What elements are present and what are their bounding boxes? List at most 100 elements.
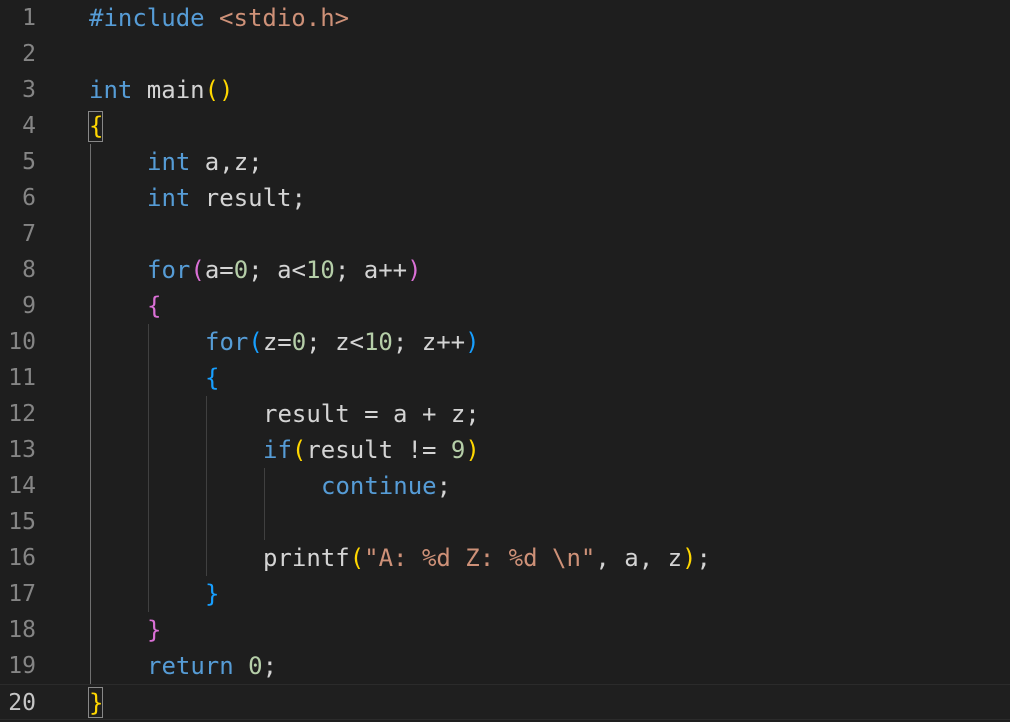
code-token: #include: [89, 4, 205, 32]
line-number: 5: [22, 149, 36, 175]
line-number: 10: [8, 329, 36, 355]
indent-guide: [206, 396, 207, 576]
code-token: 0: [248, 652, 263, 680]
line-number: 9: [22, 293, 36, 319]
code-token: ; z<: [306, 328, 364, 356]
code-token: ;: [262, 652, 278, 680]
code-token: }: [205, 580, 220, 608]
code-line[interactable]: 15: [0, 504, 1010, 540]
code-token: ; z++: [392, 328, 466, 356]
code-token: "A: %d Z: %d \n": [364, 544, 596, 572]
line-number: 17: [8, 581, 36, 607]
line-number: 2: [22, 41, 36, 67]
bracket-match-highlight: [88, 111, 103, 142]
code-line[interactable]: 20}: [0, 684, 1010, 720]
code-text[interactable]: if(result != 9): [263, 432, 480, 468]
code-token: z=: [262, 328, 292, 356]
line-number: 16: [8, 545, 36, 571]
code-token: ; a++: [334, 256, 408, 284]
code-text[interactable]: {: [205, 360, 219, 396]
code-text[interactable]: for(z=0; z<10; z++): [205, 324, 480, 360]
line-number: 18: [8, 617, 36, 643]
code-line[interactable]: 14 continue;: [0, 468, 1010, 504]
code-token: int: [147, 184, 191, 212]
code-token: if: [263, 436, 292, 464]
code-token: 9: [450, 436, 466, 464]
code-token: {: [147, 292, 162, 320]
code-text[interactable]: return 0;: [147, 648, 277, 684]
code-token: }: [147, 616, 162, 644]
code-token: result = a + z;: [263, 400, 480, 428]
code-token: return: [147, 652, 234, 680]
code-line[interactable]: 3 int main(): [0, 72, 1010, 108]
code-token: ): [465, 436, 480, 464]
code-line[interactable]: 6 int result;: [0, 180, 1010, 216]
code-token: <stdio.h>: [219, 4, 350, 32]
code-line[interactable]: 13 if(result != 9): [0, 432, 1010, 468]
code-line[interactable]: 8 for(a=0; a<10; a++): [0, 252, 1010, 288]
code-text[interactable]: #include <stdio.h>: [89, 0, 349, 36]
line-number: 3: [22, 77, 36, 103]
code-line[interactable]: 11 {: [0, 360, 1010, 396]
line-number: 4: [22, 113, 36, 139]
code-token: ; a<: [248, 256, 306, 284]
code-line[interactable]: 7: [0, 216, 1010, 252]
code-text[interactable]: }: [147, 612, 161, 648]
code-token: result;: [190, 184, 306, 212]
line-number: 8: [22, 257, 36, 283]
code-token: ): [682, 544, 697, 572]
code-editor[interactable]: 1 #include <stdio.h> 2 3 int main() 4{5 int a,…: [0, 0, 1010, 722]
code-text[interactable]: for(a=0; a<10; a++): [147, 252, 422, 288]
line-number: 15: [8, 509, 36, 535]
code-text[interactable]: {: [147, 288, 161, 324]
line-number: 7: [22, 221, 36, 247]
code-token: a,z;: [190, 148, 263, 176]
code-text[interactable]: }: [205, 576, 219, 612]
code-token: main: [132, 76, 205, 104]
code-text[interactable]: result = a + z;: [263, 396, 480, 432]
code-text[interactable]: continue;: [321, 468, 451, 504]
code-token: (: [190, 256, 205, 284]
code-token: result !=: [306, 436, 451, 464]
code-token: (: [248, 328, 263, 356]
line-number: 11: [8, 365, 36, 391]
code-text[interactable]: int result;: [147, 180, 306, 216]
line-number: 14: [8, 473, 36, 499]
code-token: 0: [291, 328, 307, 356]
line-number: 20: [8, 690, 36, 716]
code-token: ;: [696, 544, 711, 572]
line-number: 6: [22, 185, 36, 211]
code-token: continue: [321, 472, 437, 500]
code-line[interactable]: 4{: [0, 108, 1010, 144]
code-token: int: [147, 148, 191, 176]
code-line[interactable]: 2: [0, 36, 1010, 72]
indent-guide: [264, 468, 265, 540]
line-number: 1: [22, 5, 36, 31]
code-token: ;: [436, 472, 452, 500]
code-token: int: [89, 76, 133, 104]
code-token: , a, z: [595, 544, 683, 572]
line-number: 13: [8, 437, 36, 463]
code-token: a=: [204, 256, 234, 284]
code-line[interactable]: 1 #include <stdio.h>: [0, 0, 1010, 36]
code-token: 0: [233, 256, 249, 284]
code-text[interactable]: printf("A: %d Z: %d \n", a, z);: [263, 540, 711, 576]
code-line[interactable]: 9{: [0, 288, 1010, 324]
indent-guide: [148, 324, 149, 612]
code-text[interactable]: int a,z;: [147, 144, 263, 180]
code-line[interactable]: 12 result = a + z;: [0, 396, 1010, 432]
code-line[interactable]: 18}: [0, 612, 1010, 648]
code-token: 10: [363, 328, 393, 356]
code-token: printf: [263, 544, 350, 572]
code-token: (): [204, 76, 234, 104]
line-number: 19: [8, 653, 36, 679]
code-text[interactable]: int main(): [89, 72, 234, 108]
code-line[interactable]: 5 int a,z;: [0, 144, 1010, 180]
code-token: {: [205, 364, 220, 392]
code-line[interactable]: 17}: [0, 576, 1010, 612]
indent-guide: [90, 144, 91, 684]
code-line[interactable]: 16 printf("A: %d Z: %d \n", a, z);: [0, 540, 1010, 576]
code-line[interactable]: 19 return 0;: [0, 648, 1010, 684]
code-line[interactable]: 10 for(z=0; z<10; z++): [0, 324, 1010, 360]
